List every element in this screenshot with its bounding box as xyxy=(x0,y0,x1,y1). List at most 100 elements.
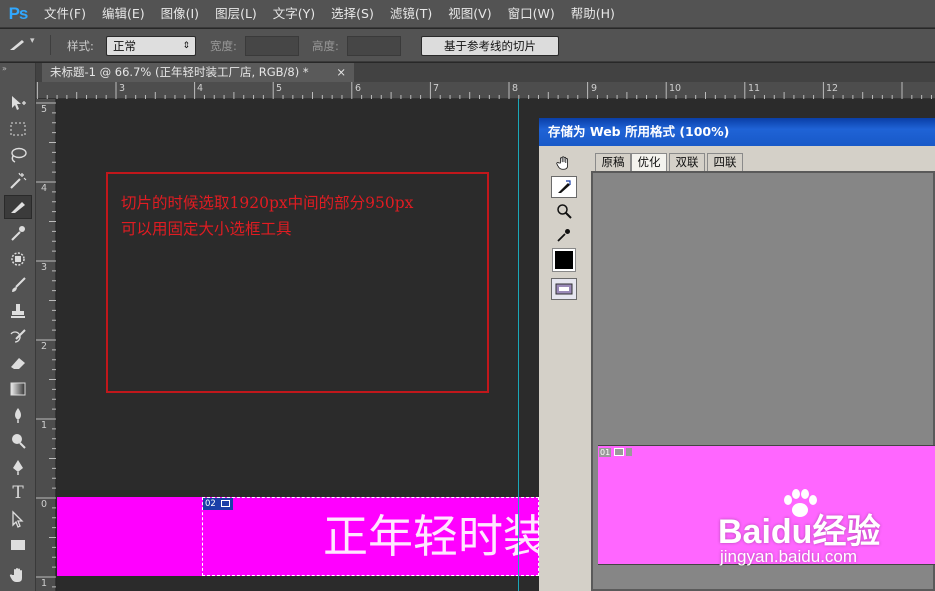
tab-4-up[interactable]: 四联 xyxy=(707,153,743,171)
watermark-brand: Baidu经验 xyxy=(718,513,881,551)
slice-number: 02 xyxy=(205,499,216,509)
menu-file[interactable]: 文件(F) xyxy=(36,0,94,28)
ruler-ticks xyxy=(36,82,932,99)
zoom-icon[interactable] xyxy=(551,200,577,222)
ruler-label: 2 xyxy=(41,341,48,352)
slice-select-icon[interactable] xyxy=(551,176,577,198)
eyedropper-color-swatch[interactable] xyxy=(552,248,576,272)
banner-text: 正年轻时装 xyxy=(323,510,549,563)
dialog-tools xyxy=(547,150,581,350)
ruler-label: 1 xyxy=(41,578,48,589)
history-brush-tool-icon[interactable] xyxy=(4,325,32,349)
menu-type[interactable]: 文字(Y) xyxy=(265,0,323,28)
ruler-label: 3 xyxy=(119,83,126,94)
collapse-arrows-icon[interactable]: » xyxy=(2,64,7,73)
eyedropper-tool-icon[interactable] xyxy=(4,221,32,245)
height-field[interactable] xyxy=(347,36,401,56)
tab-2-up[interactable]: 双联 xyxy=(669,153,705,171)
marquee-tool-icon[interactable] xyxy=(4,117,32,141)
ruler-label: 0 xyxy=(41,499,48,510)
image-slice-icon xyxy=(613,448,624,456)
pen-tool-icon[interactable] xyxy=(4,455,32,479)
width-field[interactable] xyxy=(245,36,299,56)
banner-left-region xyxy=(57,497,202,576)
photoshop-logo: Ps xyxy=(8,3,29,23)
ruler-label: 3 xyxy=(41,262,48,273)
tab-original[interactable]: 原稿 xyxy=(595,153,631,171)
ruler-label: 5 xyxy=(41,104,48,115)
vertical-ruler: 5 4 3 2 1 0 1 xyxy=(36,99,56,591)
menu-filter[interactable]: 滤镜(T) xyxy=(382,0,440,28)
ruler-label: 8 xyxy=(512,83,519,94)
document-tab-bar: 未标题-1 @ 66.7% (正年轻时装工厂店, RGB/8) * × xyxy=(36,63,935,82)
ruler-label: 1 xyxy=(41,420,48,431)
vertical-guide[interactable] xyxy=(518,99,519,591)
blur-tool-icon[interactable] xyxy=(4,403,32,427)
move-tool-icon[interactable] xyxy=(4,91,32,115)
rectangle-tool-icon[interactable] xyxy=(4,533,32,557)
ruler-label: 12 xyxy=(826,83,839,94)
menu-select[interactable]: 选择(S) xyxy=(323,0,382,28)
slice-tool-preset-icon[interactable] xyxy=(6,34,28,56)
style-select[interactable]: 正常 ⇕ xyxy=(106,36,196,56)
clone-stamp-tool-icon[interactable] xyxy=(4,299,32,323)
dialog-view-tabs: 原稿 优化 双联 四联 xyxy=(591,153,935,171)
menu-window[interactable]: 窗口(W) xyxy=(500,0,563,28)
chevron-down-icon[interactable]: ▾ xyxy=(30,36,35,46)
annotation-line-2: 可以用固定大小选框工具 xyxy=(121,220,292,238)
ruler-label: 4 xyxy=(197,83,204,94)
dialog-title: 存储为 Web 所用格式 (100%) xyxy=(539,118,935,146)
type-tool-icon[interactable]: T xyxy=(4,481,32,505)
annotation-line-1: 切片的时候选取1920px中间的部分950px xyxy=(121,194,414,212)
options-bar: ▾ 样式: 正常 ⇕ 宽度: 高度: 基于参考线的切片 xyxy=(0,29,935,62)
close-icon[interactable]: × xyxy=(336,63,346,82)
ruler-label: 9 xyxy=(591,83,598,94)
annotation-box: 切片的时候选取1920px中间的部分950px 可以用固定大小选框工具 xyxy=(106,172,489,393)
chevron-updown-icon: ⇕ xyxy=(182,41,190,51)
toggle-slices-icon[interactable] xyxy=(551,278,577,300)
magic-wand-tool-icon[interactable] xyxy=(4,169,32,193)
slice-selection[interactable]: 02 正年轻时装 xyxy=(202,497,548,576)
dodge-tool-icon[interactable] xyxy=(4,429,32,453)
document-tab[interactable]: 未标题-1 @ 66.7% (正年轻时装工厂店, RGB/8) * × xyxy=(42,63,354,82)
document-tab-title: 未标题-1 @ 66.7% (正年轻时装工厂店, RGB/8) * xyxy=(50,65,309,79)
gradient-tool-icon[interactable] xyxy=(4,377,32,401)
link-icon xyxy=(626,448,633,456)
lasso-tool-icon[interactable] xyxy=(4,143,32,167)
tools-panel: » T xyxy=(0,63,36,591)
preview-slice-badge: 01 xyxy=(599,448,633,458)
eyedropper-icon[interactable] xyxy=(551,224,577,246)
divider xyxy=(50,35,51,55)
brush-tool-icon[interactable] xyxy=(4,273,32,297)
menu-image[interactable]: 图像(I) xyxy=(153,0,207,28)
ruler-label: 11 xyxy=(748,83,761,94)
horizontal-ruler: 3 4 5 6 7 8 9 10 11 12 xyxy=(36,82,935,99)
style-label: 样式: xyxy=(67,39,94,53)
ruler-label: 4 xyxy=(41,183,48,194)
menu-layer[interactable]: 图层(L) xyxy=(207,0,265,28)
menu-help[interactable]: 帮助(H) xyxy=(563,0,623,28)
menu-view[interactable]: 视图(V) xyxy=(440,0,499,28)
slices-from-guides-button[interactable]: 基于参考线的切片 xyxy=(421,36,559,56)
width-label: 宽度: xyxy=(210,39,237,53)
hand-icon[interactable] xyxy=(551,152,577,174)
ruler-label: 6 xyxy=(355,83,362,94)
eraser-tool-icon[interactable] xyxy=(4,351,32,375)
preview-slice-number: 01 xyxy=(599,448,612,457)
tab-optimized[interactable]: 优化 xyxy=(631,153,667,171)
height-label: 高度: xyxy=(312,39,339,53)
baidu-watermark: Baidu经验 jingyan.baidu.com xyxy=(716,489,932,582)
ruler-label: 5 xyxy=(276,83,283,94)
slice-badge: 02 xyxy=(203,498,233,510)
style-select-value: 正常 xyxy=(113,39,136,53)
menu-bar: Ps 文件(F) 编辑(E) 图像(I) 图层(L) 文字(Y) 选择(S) 滤… xyxy=(0,0,935,28)
ruler-label: 7 xyxy=(433,83,440,94)
watermark-url: jingyan.baidu.com xyxy=(720,547,858,566)
ruler-label: 10 xyxy=(669,83,682,94)
path-selection-tool-icon[interactable] xyxy=(4,507,32,531)
hand-tool-icon[interactable] xyxy=(4,563,32,587)
menu-edit[interactable]: 编辑(E) xyxy=(94,0,153,28)
image-slice-icon xyxy=(220,500,230,507)
spot-healing-tool-icon[interactable] xyxy=(4,247,32,271)
slice-tool-icon[interactable] xyxy=(4,195,32,219)
